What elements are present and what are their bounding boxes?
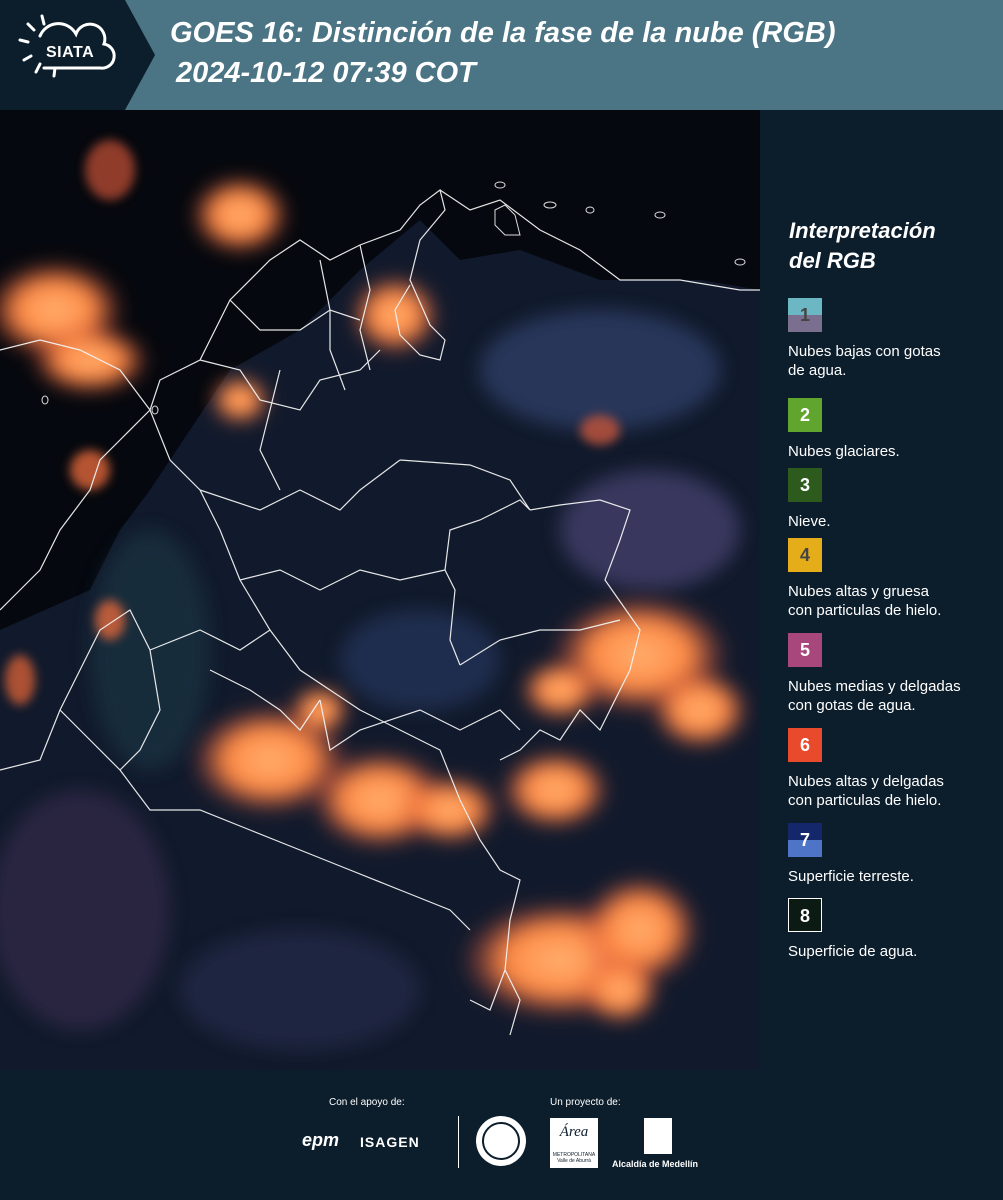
legend-number: 6 [799,735,810,755]
legend-label: Superficie de agua. [788,942,998,961]
legend-label: Nubes bajas con gotas de agua. [788,342,998,380]
legend-number: 3 [799,475,810,495]
legend-item-1: 1 Nubes bajas con gotas de agua. [788,298,998,380]
legend-number: 8 [799,906,810,926]
page-title: GOES 16: Distinción de la fase de la nub… [170,17,836,49]
legend-swatch: 8 [788,898,822,932]
legend-swatch: 7 [788,823,822,857]
legend-swatch: 2 [788,398,822,432]
legend-label: Nubes glaciares. [788,442,998,461]
legend-item-2: 2 Nubes glaciares. [788,398,998,461]
legend-number: 5 [799,640,810,660]
isagen-logo: ISAGEN [360,1134,420,1150]
legend-swatch: 5 [788,633,822,667]
legend-label-line: Nubes medias y delgadas [788,678,961,695]
legend-label-line: Superficie de agua. [788,943,918,960]
legend-number: 1 [799,305,810,325]
legend-label-line: Nubes bajas con gotas [788,343,941,360]
siata-logo-text: SIATA [46,44,95,61]
legend-swatch: 1 [788,298,822,332]
legend-number: 4 [799,545,810,565]
alcaldia-logo-text: Alcaldía de Medellín [612,1159,699,1169]
legend-swatch: 3 [788,468,822,502]
legend-label: Nubes altas y delgadas con particulas de … [788,772,998,810]
area-metropolitana-logo: Área METROPOLITANA Valle de Aburrá [550,1118,598,1168]
legend-label-line: de agua. [788,362,847,379]
university-seal-logo [476,1116,526,1166]
legend-swatch: 6 [788,728,822,762]
footer-divider [458,1116,459,1168]
legend-number: 2 [799,405,810,425]
legend-label-line: Nieve. [788,513,831,530]
legend-label: Nieve. [788,512,998,531]
legend-label: Nubes altas y gruesa con particulas de hi… [788,582,998,620]
legend-label: Nubes medias y delgadas con gotas de agua… [788,677,998,715]
legend-label-line: Nubes altas y delgadas [788,773,944,790]
legend-label-line: con particulas de hielo. [788,792,942,809]
legend-title: Interpretación del RGB [789,216,989,276]
legend-label-line: Superficie terreste. [788,868,914,885]
header-bar: SIATA GOES 16: Distinción de la fase de … [0,0,1003,110]
project-label: Un proyecto de: [550,1097,621,1108]
siata-logo: SIATA [0,0,155,110]
legend-label-line: con particulas de hielo. [788,602,942,619]
legend-item-5: 5 Nubes medias y delgadas con gotas de agu… [788,633,998,715]
legend-panel: Interpretación del RGB 1 Nubes bajas con … [760,110,1003,1070]
legend-item-7: 7 Superficie terreste. [788,823,998,886]
legend-label-line: Nubes altas y gruesa [788,583,929,600]
page-timestamp: 2024-10-12 07:39 COT [176,57,476,89]
satellite-map [0,110,760,1070]
epm-logo: epm [302,1130,340,1150]
legend-swatch: 4 [788,538,822,572]
legend-item-4: 4 Nubes altas y gruesa con particulas de h… [788,538,998,620]
legend-label-line: Nubes glaciares. [788,443,900,460]
legend-title-line1: Interpretación [789,218,936,243]
legend-number: 7 [799,830,810,850]
legend-title-line2: del RGB [789,248,876,273]
support-label: Con el apoyo de: [329,1097,405,1108]
footer-bar: Con el apoyo de: Un proyecto de: epm ISA… [0,1070,1003,1200]
legend-item-3: 3 Nieve. [788,468,998,531]
legend-label: Superficie terreste. [788,867,998,886]
legend-label-line: con gotas de agua. [788,697,916,714]
legend-item-6: 6 Nubes altas y delgadas con particulas de… [788,728,998,810]
legend-item-8: 8 Superficie de agua. [788,898,998,961]
alcaldia-shield-icon [644,1118,672,1154]
